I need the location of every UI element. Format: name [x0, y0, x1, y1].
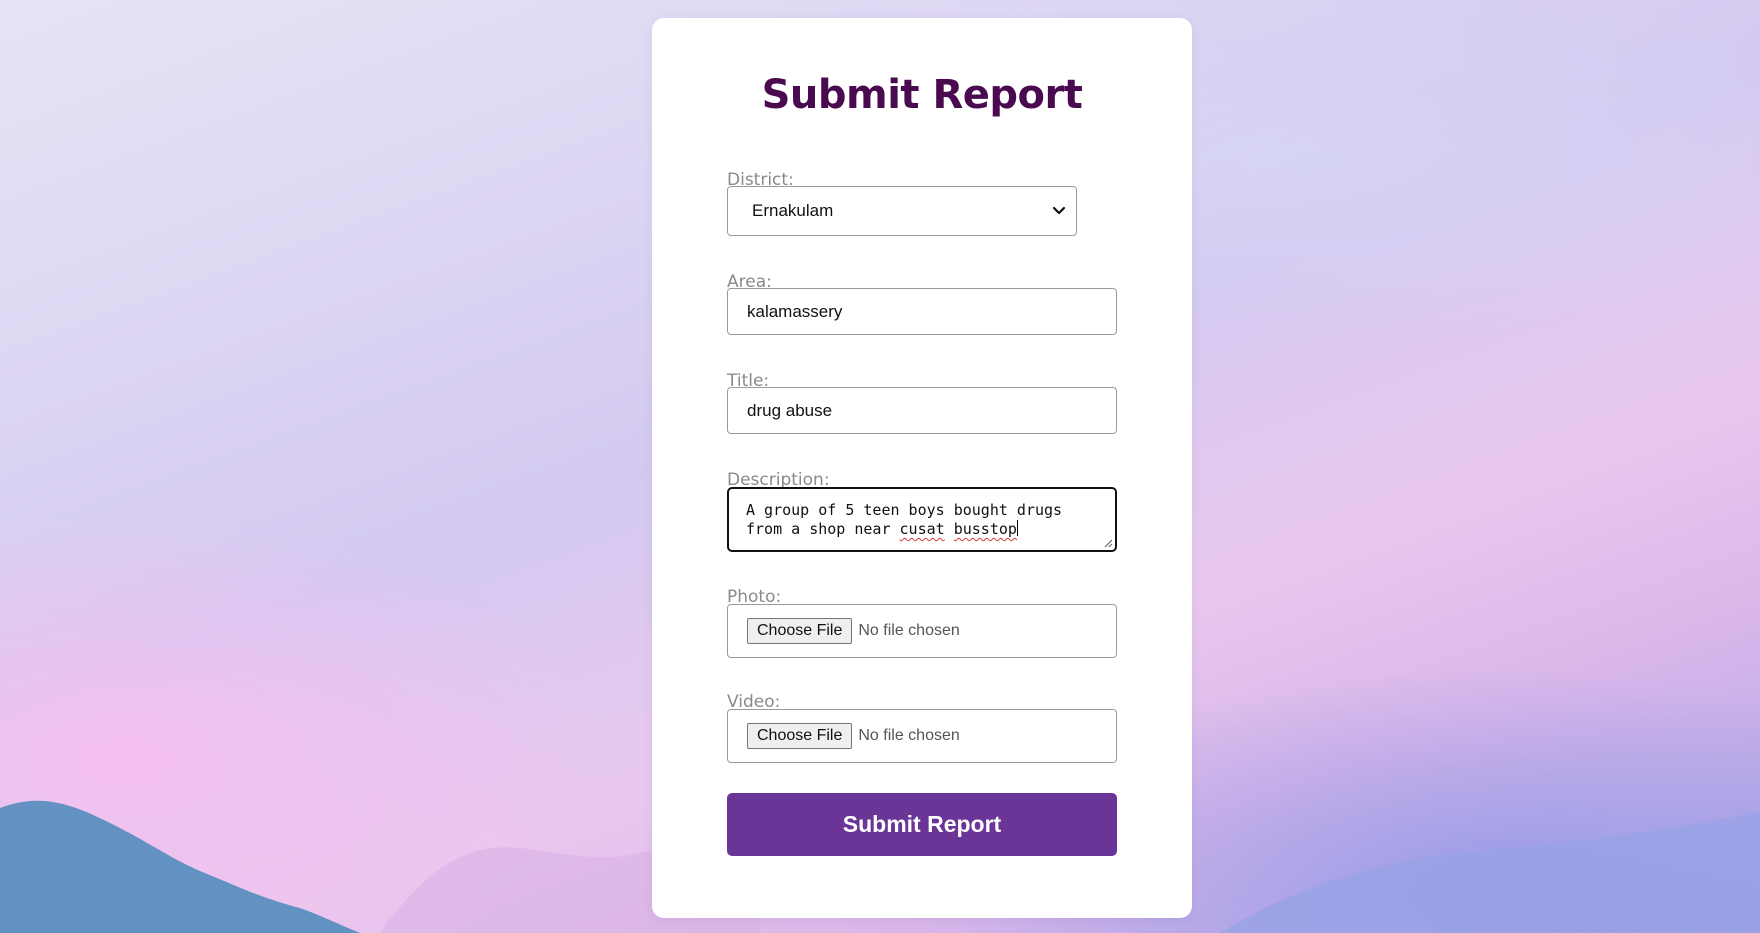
photo-choose-file-button[interactable]: Choose File — [747, 618, 853, 644]
description-word-busstop: busstop — [953, 520, 1017, 538]
chevron-down-icon — [1052, 206, 1066, 215]
description-word-cusat: cusat — [899, 520, 945, 538]
form-heading: Submit Report — [761, 72, 1083, 118]
title-input[interactable]: drug abuse — [727, 387, 1117, 434]
area-input-value: kalamassery — [747, 301, 843, 321]
text-caret — [1016, 520, 1018, 536]
video-file-input[interactable]: Choose File No file chosen — [727, 709, 1117, 763]
report-form-card: Submit Report District: Ernakulam Area: … — [652, 18, 1192, 918]
area-input[interactable]: kalamassery — [727, 288, 1117, 335]
photo-file-status: No file chosen — [858, 622, 960, 639]
resize-handle-icon[interactable] — [1103, 538, 1113, 548]
photo-file-input[interactable]: Choose File No file chosen — [727, 604, 1117, 658]
title-input-value: drug abuse — [747, 400, 833, 420]
video-choose-file-button[interactable]: Choose File — [747, 723, 853, 749]
submit-report-button[interactable]: Submit Report — [727, 793, 1117, 856]
description-line-2-prefix: from a shop near — [746, 520, 900, 538]
video-file-status: No file chosen — [858, 727, 960, 744]
description-textarea[interactable]: A group of 5 teen boys bought drugs from… — [727, 487, 1117, 552]
district-select-value: Ernakulam — [752, 201, 834, 220]
description-line-1: A group of 5 teen boys bought drugs — [746, 501, 1063, 519]
district-select[interactable]: Ernakulam — [727, 186, 1077, 236]
